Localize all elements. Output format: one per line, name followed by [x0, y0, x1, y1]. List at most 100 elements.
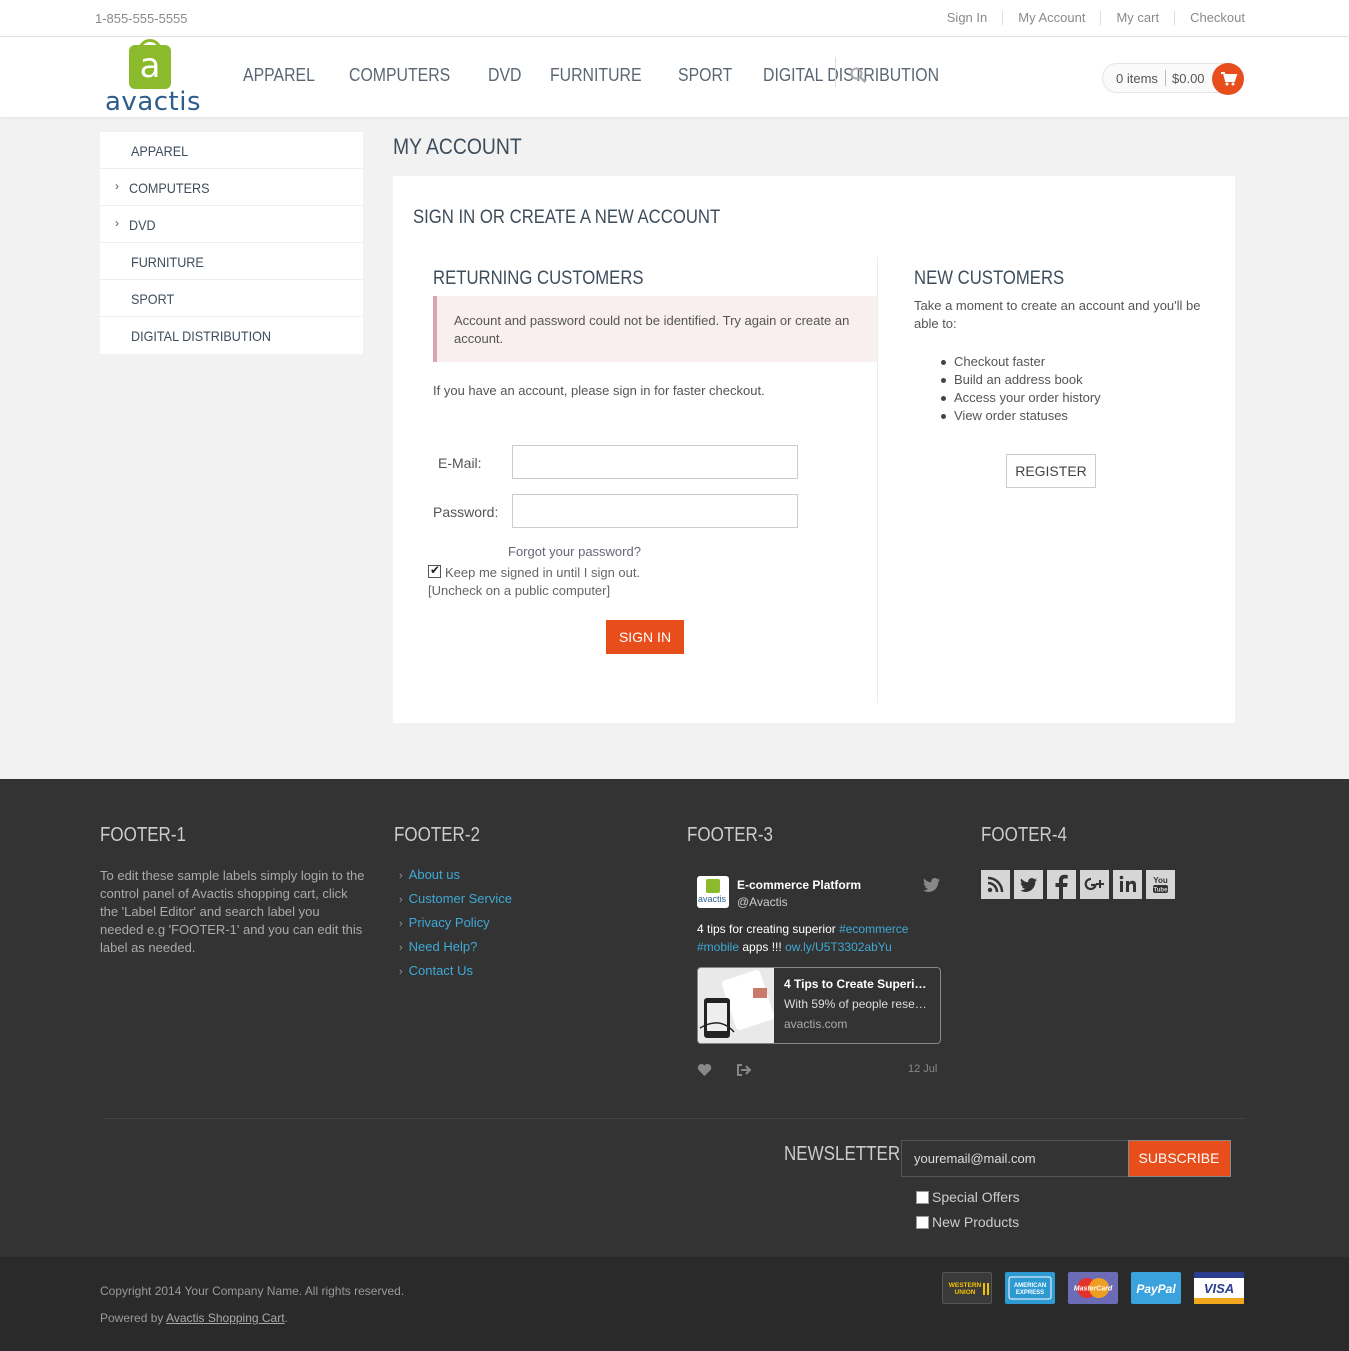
sidebar-item-dvd[interactable]: › DVD	[100, 206, 363, 243]
nav-sport[interactable]: SPORT	[678, 65, 732, 86]
sidebar-item-computers[interactable]: › COMPUTERS	[100, 169, 363, 206]
heart-icon[interactable]	[697, 1063, 712, 1077]
visa-icon: VISA	[1194, 1272, 1244, 1304]
logo-glyph: a	[139, 46, 161, 86]
twitter-icon[interactable]	[1014, 870, 1043, 899]
footer-link-contact[interactable]: › Contact Us	[399, 963, 512, 987]
footer-link-label: About us	[408, 867, 460, 882]
newsletter-email-input[interactable]: youremail@mail.com	[901, 1140, 1129, 1177]
keep-signed-in-checkbox[interactable]: ✔	[428, 563, 441, 578]
top-links: Sign In My Account My cart Checkout	[932, 11, 1245, 25]
top-bar: 1-855-555-5555 Sign In My Account My car…	[0, 0, 1349, 37]
logo-bag-icon	[706, 879, 720, 893]
tweet-link[interactable]: ow.ly/U5T3302abYu	[785, 940, 892, 954]
card-description: With 59% of people rese…	[784, 997, 927, 1011]
footer-link-help[interactable]: › Need Help?	[399, 939, 512, 963]
footer-divider	[104, 1118, 1245, 1119]
keep-signed-in-label: Keep me signed in until I sign out.	[445, 565, 641, 580]
cart-summary[interactable]: 0 items $0.00	[1102, 63, 1244, 95]
site-footer: FOOTER-1 To edit these sample labels sim…	[0, 779, 1349, 1257]
rss-icon[interactable]	[981, 870, 1010, 899]
svg-text:WESTERN: WESTERN	[949, 1282, 982, 1289]
footer-1-heading: FOOTER-1	[100, 824, 186, 846]
sidebar-item-furniture[interactable]: FURNITURE	[100, 243, 363, 280]
list-item: Build an address book	[941, 371, 1101, 389]
my-account-link[interactable]: My Account	[1002, 11, 1100, 25]
checkout-link[interactable]: Checkout	[1174, 11, 1245, 25]
logo[interactable]: a avactis	[104, 39, 201, 117]
mastercard-icon: MasterCard	[1068, 1272, 1118, 1304]
my-cart-link[interactable]: My cart	[1100, 11, 1174, 25]
panel-title: SIGN IN OR CREATE A NEW ACCOUNT	[413, 207, 721, 228]
new-customers-intro: Take a moment to create an account and y…	[914, 298, 1201, 331]
logo-text: avactis	[105, 87, 202, 117]
powered-by-prefix: Powered by	[100, 1311, 167, 1325]
card-title: 4 Tips to Create Superi…	[784, 977, 927, 991]
special-offers-option[interactable]: Special Offers	[916, 1189, 1020, 1205]
new-products-checkbox[interactable]	[916, 1216, 929, 1229]
nav-computers[interactable]: COMPUTERS	[349, 65, 450, 86]
avatar[interactable]: avactis	[697, 876, 729, 908]
password-field[interactable]	[512, 494, 798, 528]
american-express-icon: AMERICAN EXPRESS	[1005, 1272, 1055, 1304]
tweet-link-card[interactable]: 4 Tips to Create Superi… With 59% of peo…	[697, 967, 941, 1044]
cart-divider	[1165, 70, 1166, 86]
forgot-password-link[interactable]: Forgot your password?	[508, 544, 641, 559]
hashtag-link[interactable]: #mobile	[697, 940, 739, 954]
facebook-icon[interactable]	[1047, 870, 1076, 899]
sign-in-link[interactable]: Sign In	[932, 11, 1002, 25]
share-icon[interactable]	[736, 1063, 752, 1077]
password-label: Password:	[433, 504, 499, 520]
chevron-right-icon[interactable]: ›	[115, 216, 119, 230]
chevron-right-icon: ›	[399, 918, 403, 930]
svg-text:Tube: Tube	[1154, 888, 1169, 894]
linkedin-icon[interactable]	[1113, 870, 1142, 899]
sidebar-item-sport[interactable]: SPORT	[100, 280, 363, 317]
email-label: E-Mail:	[438, 455, 482, 471]
nav-dvd[interactable]: DVD	[488, 65, 521, 86]
avactis-link[interactable]: Avactis Shopping Cart	[166, 1311, 285, 1325]
svg-text:You: You	[1153, 876, 1168, 885]
cart-button[interactable]	[1212, 63, 1244, 95]
tweet-text-part: 4 tips for creating superior	[697, 922, 840, 936]
hashtag-link[interactable]: #ecommerce	[839, 922, 908, 936]
register-button[interactable]: REGISTER	[1006, 454, 1096, 488]
footer-link-customer-service[interactable]: › Customer Service	[399, 891, 512, 915]
nav-furniture[interactable]: FURNITURE	[550, 65, 642, 86]
cart-total: $0.00	[1172, 71, 1205, 86]
nav-apparel[interactable]: APPAREL	[243, 65, 315, 86]
youtube-icon[interactable]: You Tube	[1146, 870, 1175, 899]
sidebar-item-label: FURNITURE	[131, 254, 204, 270]
subscribe-button[interactable]: SUBSCRIBE	[1128, 1141, 1230, 1176]
footer-3-heading: FOOTER-3	[687, 824, 773, 846]
western-union-icon: WESTERN UNION	[942, 1272, 992, 1304]
new-products-option[interactable]: New Products	[916, 1214, 1019, 1230]
tweet-author-handle[interactable]: @Avactis	[737, 895, 788, 909]
public-computer-note: [Uncheck on a public computer]	[428, 583, 611, 598]
list-item: View order statuses	[941, 407, 1101, 425]
tweet-author-name[interactable]: E-commerce Platform	[737, 878, 861, 892]
special-offers-checkbox[interactable]	[916, 1191, 929, 1204]
footer-link-label: Privacy Policy	[408, 915, 490, 930]
sidebar-item-apparel[interactable]: APPAREL	[100, 132, 363, 169]
search-icon[interactable]	[850, 67, 866, 83]
tweet-date[interactable]: 12 Jul	[908, 1063, 937, 1075]
powered-by-suffix: .	[284, 1311, 288, 1325]
svg-text:AMERICAN: AMERICAN	[1014, 1283, 1046, 1289]
footer-link-privacy[interactable]: › Privacy Policy	[399, 915, 512, 939]
twitter-bird-icon[interactable]	[923, 878, 940, 892]
google-plus-icon[interactable]	[1080, 870, 1109, 899]
cart-item-count: 0 items	[1116, 71, 1158, 86]
sidebar-item-digital-distribution[interactable]: DIGITAL DISTRIBUTION	[100, 317, 363, 354]
phone-number: 1-855-555-5555	[95, 11, 188, 26]
footer-4-heading: FOOTER-4	[981, 824, 1067, 846]
footer-link-label: Need Help?	[408, 939, 478, 954]
category-sidebar: APPAREL › COMPUTERS › DVD FURNITURE SPOR…	[100, 132, 363, 354]
sign-in-button[interactable]: SIGN IN	[606, 620, 684, 654]
card-url: avactis.com	[784, 1017, 848, 1031]
chevron-right-icon[interactable]: ›	[115, 179, 119, 193]
tweet-text: 4 tips for creating superior #ecommerce …	[697, 920, 942, 956]
chevron-right-icon: ›	[399, 894, 403, 906]
footer-link-about[interactable]: › About us	[399, 867, 512, 891]
email-field[interactable]	[512, 445, 798, 479]
